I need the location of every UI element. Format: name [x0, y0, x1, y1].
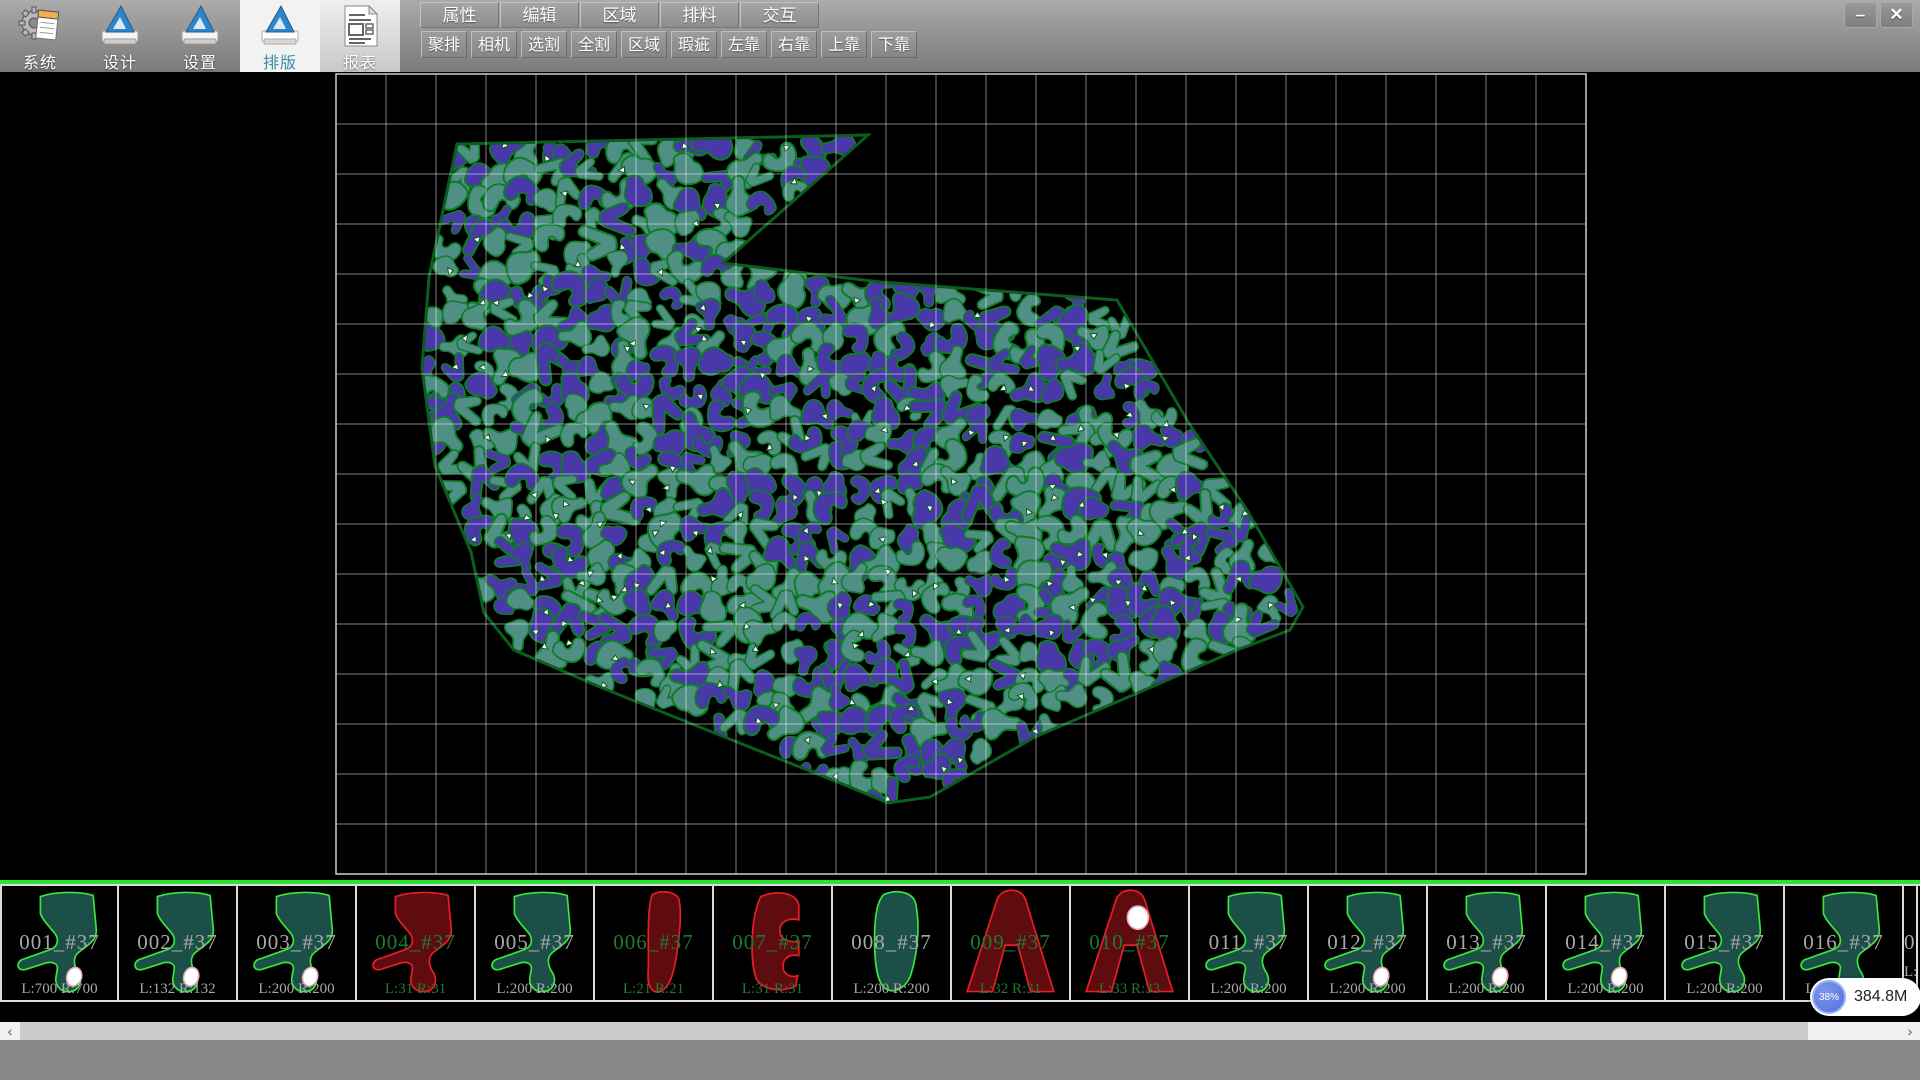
- piece-lr-label: L:200 R:200: [833, 981, 950, 998]
- scroll-right-icon[interactable]: ›: [1900, 1022, 1920, 1040]
- piece-id-label: 012_#37: [1309, 930, 1426, 955]
- tool-button-camera[interactable]: 相机: [471, 31, 517, 58]
- piece-lr-label: L:32 R:31: [952, 981, 1069, 998]
- piece-thumbnail-006_#37[interactable]: 006_#37 L:21 R:21: [595, 886, 714, 1000]
- scrollbar-thumb[interactable]: [20, 1022, 1808, 1040]
- piece-id-label: 017_#37: [1904, 930, 1916, 955]
- piece-thumbnail-002_#37[interactable]: 002_#37 L:132 R:132: [119, 886, 238, 1000]
- tool-button-select-cut[interactable]: 选割: [521, 31, 567, 58]
- piece-id-label: 007_#37: [714, 930, 831, 955]
- tool-button-snap-up[interactable]: 上靠: [821, 31, 867, 58]
- memory-badge: 38% 384.8M: [1810, 978, 1920, 1016]
- piece-thumbnail-014_#37[interactable]: 014_#37 L:200 R:200: [1547, 886, 1666, 1000]
- piece-thumbnail-005_#37[interactable]: 005_#37 L:200 R:200: [476, 886, 595, 1000]
- piece-thumbnail-003_#37[interactable]: 003_#37 L:200 R:200: [238, 886, 357, 1000]
- tool-button-region[interactable]: 区域: [621, 31, 667, 58]
- piece-id-label: 003_#37: [238, 930, 355, 955]
- piece-thumbnail-013_#37[interactable]: 013_#37 L:200 R:200: [1428, 886, 1547, 1000]
- piece-id-label: 006_#37: [595, 930, 712, 955]
- piece-lr-label: L:200 R:200: [1428, 981, 1545, 998]
- piece-id-label: 014_#37: [1547, 930, 1664, 955]
- piece-lr-label: L:700 R:700: [2, 981, 117, 998]
- memory-percent-indicator: 38%: [1812, 980, 1846, 1014]
- piece-thumbnail-004_#37[interactable]: 004_#37 L:31 R:31: [357, 886, 476, 1000]
- menu-tab-nesting[interactable]: 排料: [660, 2, 739, 28]
- piece-lr-label: L:200 R:200: [1190, 981, 1307, 998]
- launcher-design-button[interactable]: 设计: [80, 0, 160, 72]
- piece-id-label: 013_#37: [1428, 930, 1545, 955]
- piece-id-label: 001_#37: [2, 930, 117, 955]
- piece-id-label: 005_#37: [476, 930, 593, 955]
- launcher-setup-button[interactable]: 设置: [160, 0, 240, 72]
- piece-id-label: 016_#37: [1785, 930, 1902, 955]
- horizontal-scrollbar[interactable]: ‹ ›: [0, 1022, 1920, 1040]
- report-doc-icon: [337, 3, 383, 49]
- tool-button-cluster-nest[interactable]: 聚排: [421, 31, 467, 58]
- layout-ruler-icon: [257, 3, 303, 49]
- pieces-tray: 001_#37L:700 R:700002_#37L:132 R:132003_…: [0, 884, 1920, 1002]
- piece-thumbnail-001_#37[interactable]: 001_#37 L:700 R:700: [0, 886, 119, 1000]
- piece-id-label: 008_#37: [833, 930, 950, 955]
- piece-id-label: 011_#37: [1190, 930, 1307, 955]
- launcher-report-label: 报表: [343, 49, 377, 73]
- design-ruler-icon: [97, 3, 143, 49]
- launcher-setup-label: 设置: [183, 49, 217, 73]
- menu-tab-region[interactable]: 区域: [580, 2, 659, 28]
- launcher-design-label: 设计: [103, 49, 137, 73]
- piece-thumbnail-012_#37[interactable]: 012_#37 L:200 R:200: [1309, 886, 1428, 1000]
- piece-id-label: 002_#37: [119, 930, 236, 955]
- piece-lr-label: L:132 R:132: [119, 981, 236, 998]
- piece-thumbnail-015_#37[interactable]: 015_#37 L:200 R:200: [1666, 886, 1785, 1000]
- memory-percent: 38%: [1819, 992, 1839, 1003]
- tool-button-cut-all[interactable]: 全割: [571, 31, 617, 58]
- piece-lr-label: L:200 R:200: [476, 981, 593, 998]
- scroll-left-icon[interactable]: ‹: [0, 1022, 20, 1040]
- nesting-canvas[interactable]: [0, 72, 1920, 880]
- status-bar: [0, 1040, 1920, 1080]
- launcher-report-button[interactable]: 报表: [320, 0, 400, 72]
- launcher-system-label: 系统: [23, 49, 57, 73]
- tool-button-snap-down[interactable]: 下靠: [871, 31, 917, 58]
- system-gear-icon: [17, 3, 63, 49]
- piece-thumbnail-010_#37[interactable]: 010_#37 L:33 R:33: [1071, 886, 1190, 1000]
- settings-ruler-icon: [177, 3, 223, 49]
- tool-button-defect[interactable]: 瑕疵: [671, 31, 717, 58]
- menu-tab-interact[interactable]: 交互: [740, 2, 819, 28]
- close-button[interactable]: ✕: [1880, 2, 1913, 28]
- piece-lr-label: L:31 R:31: [714, 981, 831, 998]
- minimize-button[interactable]: –: [1844, 2, 1877, 28]
- piece-thumbnail-008_#37[interactable]: 008_#37 L:200 R:200: [833, 886, 952, 1000]
- memory-value: 384.8M: [1854, 988, 1907, 1006]
- launcher-layout-label: 排版: [263, 49, 297, 73]
- piece-lr-label: L:31 R:31: [357, 981, 474, 998]
- piece-id-label: 015_#37: [1666, 930, 1783, 955]
- launcher-layout-button[interactable]: 排版: [240, 0, 320, 72]
- piece-id-label: 004_#37: [357, 930, 474, 955]
- menu-tab-properties[interactable]: 属性: [420, 2, 499, 28]
- piece-id-label: 009_#37: [952, 930, 1069, 955]
- launcher-system-button[interactable]: 系统: [0, 0, 80, 72]
- piece-lr-label: L:200 R:200: [1547, 981, 1664, 998]
- piece-id-label: 010_#37: [1071, 930, 1188, 955]
- piece-thumbnail-007_#37[interactable]: 007_#37 L:31 R:31: [714, 886, 833, 1000]
- piece-lr-label: L:200 R:200: [1309, 981, 1426, 998]
- tool-button-snap-right[interactable]: 右靠: [771, 31, 817, 58]
- piece-lr-label: L:21 R:21: [595, 981, 712, 998]
- piece-thumbnail-011_#37[interactable]: 011_#37 L:200 R:200: [1190, 886, 1309, 1000]
- piece-thumbnail-009_#37[interactable]: 009_#37 L:32 R:31: [952, 886, 1071, 1000]
- piece-lr-label: L:200 R:200: [238, 981, 355, 998]
- tool-button-snap-left[interactable]: 左靠: [721, 31, 767, 58]
- piece-lr-label: L:33 R:33: [1071, 981, 1188, 998]
- menu-tab-edit[interactable]: 编辑: [500, 2, 579, 28]
- piece-lr-label: L:200 R:200: [1666, 981, 1783, 998]
- app-toolbar: 系统设计设置排版报表 属性编辑区域排料交互 聚排相机选割全割区域瑕疵左靠右靠上靠…: [0, 0, 1920, 73]
